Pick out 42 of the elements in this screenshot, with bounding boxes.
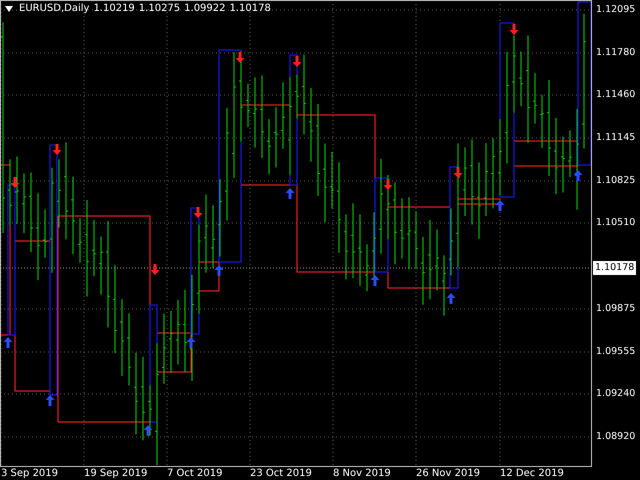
date-axis-label: 7 Oct 2019 xyxy=(167,468,222,480)
date-axis-label: 3 Sep 2019 xyxy=(1,468,58,480)
price-axis-label: 1.09555 xyxy=(596,345,636,359)
date-axis-label: 26 Nov 2019 xyxy=(416,468,480,480)
down-arrow-icon xyxy=(510,24,518,35)
symbol-label: EURUSD,Daily xyxy=(19,3,90,14)
date-axis-label: 8 Nov 2019 xyxy=(333,468,391,480)
price-axis-label: 1.11460 xyxy=(596,88,636,102)
quote-value: 1.10178 xyxy=(230,3,271,14)
price-axis-label: 1.11780 xyxy=(596,46,636,60)
date-axis-label: 12 Dec 2019 xyxy=(500,468,564,480)
up-arrow-icon xyxy=(496,200,504,211)
up-arrow-icon xyxy=(186,337,196,348)
up-arrow-icon xyxy=(446,293,456,304)
down-arrow-icon xyxy=(194,207,202,218)
price-axis-label: 1.10825 xyxy=(596,174,636,188)
up-arrow-icon xyxy=(286,188,294,199)
up-arrow-icon xyxy=(574,170,582,181)
up-arrow-icon xyxy=(4,337,12,348)
current-price-label: 1.10178 xyxy=(593,261,636,275)
up-arrow-icon xyxy=(370,275,380,286)
price-axis-label: 1.09240 xyxy=(596,387,636,401)
quote-value: 1.10219 xyxy=(93,3,135,14)
down-arrow-icon xyxy=(454,167,462,178)
price-axis-label: 1.09875 xyxy=(596,302,636,316)
date-axis-label: 23 Oct 2019 xyxy=(250,468,312,480)
down-arrow-icon xyxy=(52,144,62,155)
up-arrow-icon xyxy=(214,265,224,276)
price-axis-label: 1.12095 xyxy=(596,3,636,17)
down-arrow-icon xyxy=(150,264,160,275)
dropdown-triangle-icon[interactable] xyxy=(5,6,13,12)
price-axis-label: 1.11145 xyxy=(596,131,636,145)
down-arrow-icon xyxy=(384,179,392,190)
quote-value: 1.10275 xyxy=(138,3,180,14)
up-arrow-icon xyxy=(46,395,54,406)
price-axis-label: 1.10510 xyxy=(596,216,636,230)
down-arrow-icon xyxy=(236,52,244,63)
price-axis-label: 1.08920 xyxy=(596,430,636,444)
up-arrow-icon xyxy=(144,425,152,436)
down-arrow-icon xyxy=(10,177,20,188)
date-axis-label: 19 Sep 2019 xyxy=(84,468,148,480)
quote-value: 1.09922 xyxy=(184,3,226,14)
